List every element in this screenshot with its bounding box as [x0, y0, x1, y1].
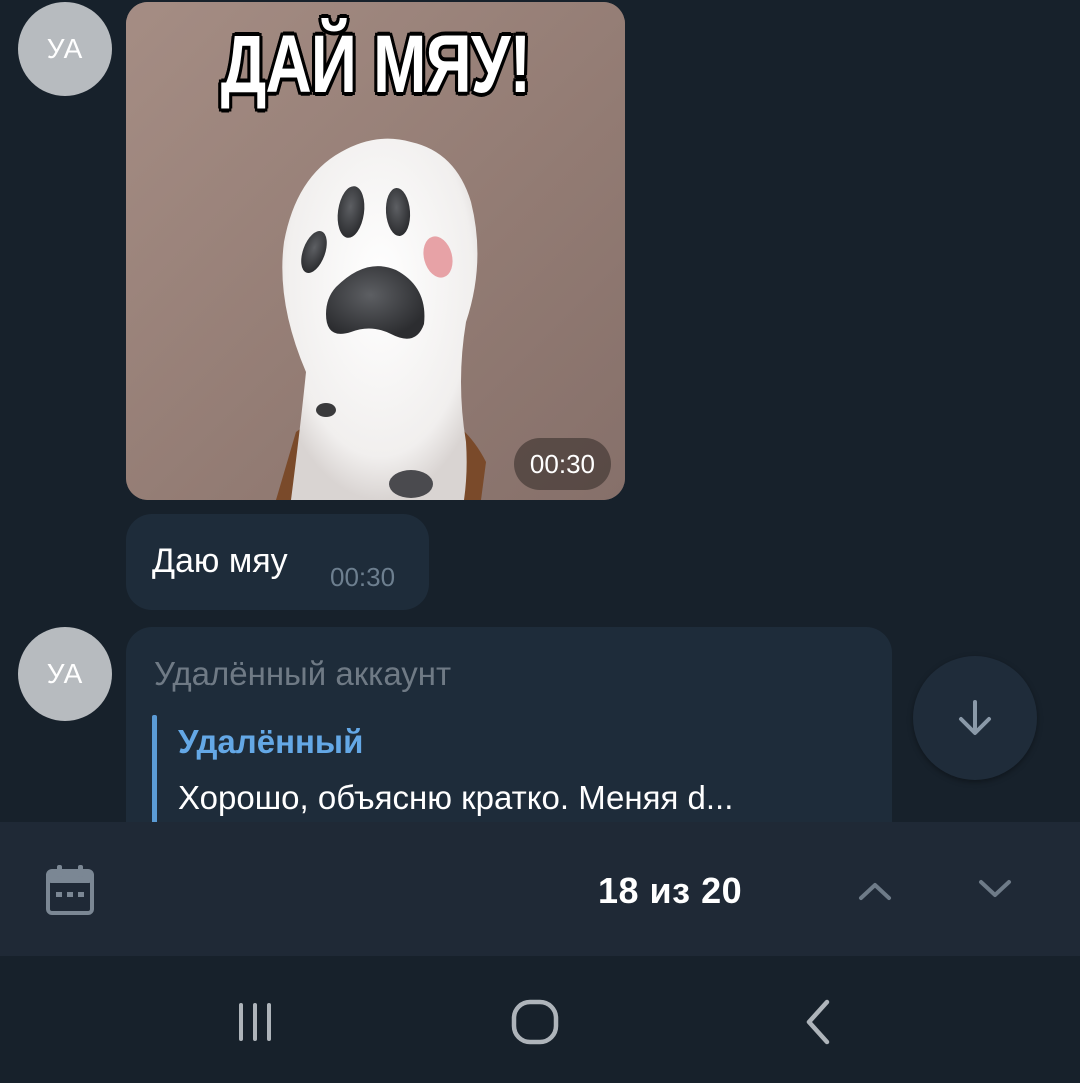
home-icon: [511, 999, 559, 1045]
home-button[interactable]: [495, 990, 575, 1054]
chat-area: УА ДАЙ МЯУ! 00:30 Даю мяу 00:30 УА Удалё…: [0, 0, 1080, 822]
quoted-author[interactable]: Удалённый: [178, 723, 363, 761]
recents-icon: [239, 1003, 271, 1041]
calendar-icon: [46, 865, 94, 915]
avatar[interactable]: УА: [18, 2, 112, 96]
back-icon: [806, 999, 830, 1045]
image-caption-text: ДАЙ МЯУ!: [219, 19, 532, 110]
text-message[interactable]: Даю мяу 00:30: [126, 514, 429, 610]
sender-name: Удалённый аккаунт: [154, 655, 452, 692]
message-time: 00:30: [330, 562, 396, 592]
avatar-initials: УА: [46, 658, 84, 689]
search-navigation-bar: 18 из 20: [0, 822, 1080, 956]
system-navigation-bar: [0, 956, 1080, 1083]
chevron-up-icon: [859, 883, 891, 900]
avatar[interactable]: УА: [18, 627, 112, 721]
reply-message[interactable]: Удалённый аккаунт Удалённый Хорошо, объя…: [126, 627, 892, 822]
calendar-button[interactable]: [40, 860, 100, 920]
quote-bar: [152, 715, 157, 822]
photo-message[interactable]: ДАЙ МЯУ! 00:30: [126, 2, 625, 500]
search-result-counter: 18 из 20: [598, 870, 743, 911]
avatar-initials: УА: [46, 33, 84, 64]
chevron-down-icon: [979, 880, 1011, 897]
back-button[interactable]: [778, 990, 858, 1054]
message-text: Даю мяу: [152, 542, 288, 580]
message-time: 00:30: [513, 438, 611, 490]
previous-result-button[interactable]: [846, 862, 904, 920]
quoted-text[interactable]: Хорошо, объясню кратко. Меняя d...: [178, 779, 733, 817]
recents-button[interactable]: [215, 990, 295, 1054]
scroll-to-bottom-button[interactable]: [913, 656, 1037, 780]
arrow-down-icon: [959, 700, 991, 735]
next-result-button[interactable]: [966, 860, 1024, 918]
